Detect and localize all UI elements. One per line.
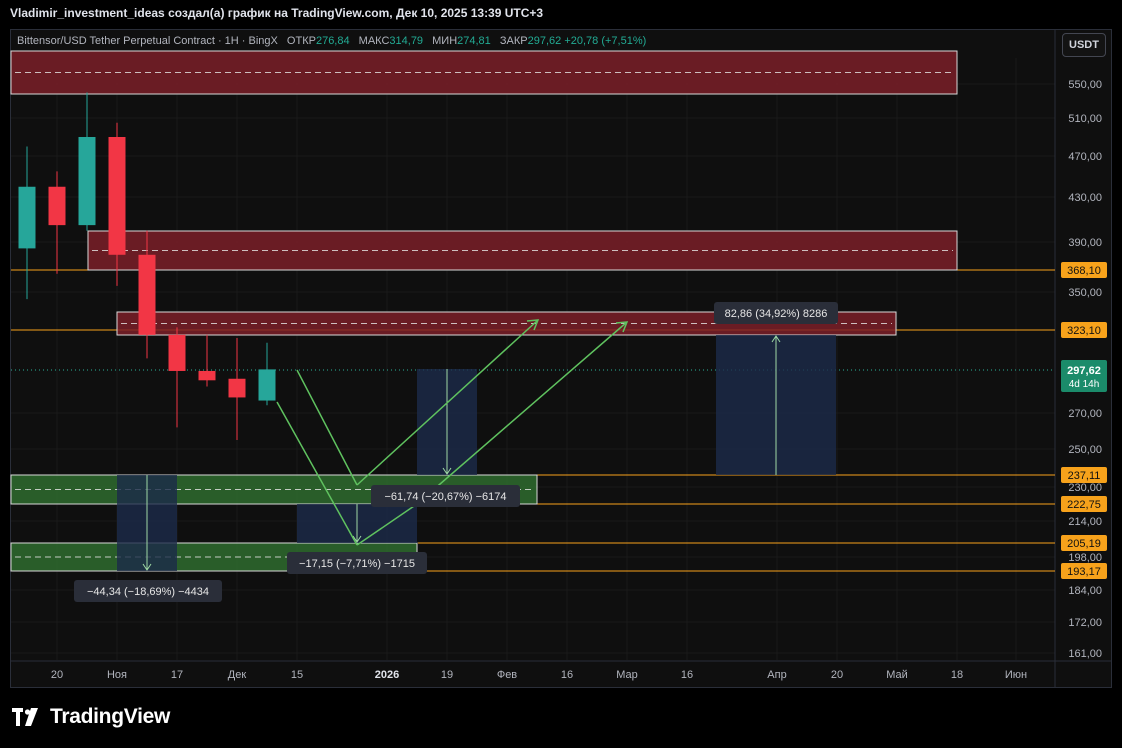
badge-text: 323,10 — [1067, 325, 1101, 337]
x-tick-label: 20 — [831, 669, 843, 681]
legend-low-label: МИН — [432, 35, 458, 47]
badge-text: 205,19 — [1067, 538, 1101, 550]
x-tick-label: Апр — [767, 669, 786, 681]
x-tick-label: 19 — [441, 669, 453, 681]
legend-high: 314,79 — [389, 35, 424, 47]
badge-countdown: 4d 14h — [1069, 379, 1100, 390]
y-tick-label: 510,00 — [1068, 113, 1102, 125]
y-tick-label: 184,00 — [1068, 585, 1102, 597]
y-tick-label: 430,00 — [1068, 192, 1102, 204]
y-tick-label: 390,00 — [1068, 237, 1102, 249]
legend-high-label: МАКС — [358, 35, 390, 47]
legend-change: +20,78 (+7,51%) — [564, 35, 647, 47]
x-tick-label: Фев — [497, 669, 517, 681]
measure-label: −61,74 (−20,67%) −6174 — [371, 485, 520, 507]
x-tick-label: Дек — [228, 669, 247, 681]
y-tick-label: 161,00 — [1068, 648, 1102, 660]
tradingview-logo-icon — [12, 708, 38, 726]
level-price-badge: 222,75 — [1061, 496, 1107, 512]
y-tick-label: 270,00 — [1068, 408, 1102, 420]
current-price-badge: 297,62 4d 14h — [1061, 360, 1107, 392]
x-axis-ticks: 20 Ноя 17 Дек 15 2026 19 Фев 16 Мар 16 Апр 20 Май 18 Ию… — [51, 669, 1027, 681]
y-tick-label: 250,00 — [1068, 444, 1102, 456]
x-tick-label: Ноя — [107, 669, 127, 681]
y-tick-label: 230,00 — [1068, 482, 1102, 494]
x-tick-label: 15 — [291, 669, 303, 681]
y-tick-label: 198,00 — [1068, 552, 1102, 564]
level-price-badge: 237,11 — [1061, 467, 1107, 483]
candle-down — [48, 186, 66, 226]
y-tick-label: 470,00 — [1068, 151, 1102, 163]
candle-down — [108, 137, 126, 255]
candle-up — [78, 137, 96, 226]
measure-label: 82,86 (34,92%) 8286 — [714, 302, 838, 324]
legend-low: 274,81 — [457, 35, 491, 47]
price-chart[interactable]: 82,86 (34,92%) 8286 −61,74 (−20,67%) −617… — [0, 0, 1122, 700]
measure-label: −17,15 (−7,71%) −1715 — [287, 552, 427, 574]
x-tick-label: Мар — [616, 669, 638, 681]
candle-up — [18, 186, 36, 249]
x-tick-label: 2026 — [375, 669, 399, 681]
measure-label-text: 82,86 (34,92%) 8286 — [725, 308, 828, 320]
x-tick-label: 16 — [561, 669, 573, 681]
x-tick-label: 17 — [171, 669, 183, 681]
projection-line — [296, 369, 358, 486]
tradingview-brand[interactable]: TradingView — [12, 705, 170, 729]
legend-close: 297,62 — [527, 35, 562, 47]
x-tick-label: Июн — [1005, 669, 1027, 681]
candle-down — [168, 334, 186, 371]
candle-down — [198, 370, 216, 381]
measure-label-text: −44,34 (−18,69%) −4434 — [87, 586, 209, 598]
x-tick-label: 20 — [51, 669, 63, 681]
brand-name: TradingView — [50, 705, 171, 728]
legend-symbol: Bittensor/USD Tether Perpetual Contract … — [17, 35, 278, 47]
measure-label: −44,34 (−18,69%) −4434 — [74, 580, 222, 602]
y-tick-label: 214,00 — [1068, 516, 1102, 528]
y-tick-label: 172,00 — [1068, 617, 1102, 629]
badge-text: 368,10 — [1067, 265, 1101, 277]
badge-text: 297,62 — [1067, 365, 1101, 377]
candle-down — [138, 254, 156, 335]
level-price-badge: 205,19 — [1061, 535, 1107, 551]
y-tick-label: 350,00 — [1068, 287, 1102, 299]
measure-label-text: −17,15 (−7,71%) −1715 — [299, 558, 415, 570]
legend-open: 276,84 — [315, 35, 350, 47]
badge-text: 237,11 — [1068, 470, 1101, 482]
badge-text: 222,75 — [1067, 499, 1101, 511]
legend-close-label: ЗАКР — [499, 35, 528, 47]
level-price-badge: 323,10 — [1061, 322, 1107, 338]
y-tick-label: 550,00 — [1068, 79, 1102, 91]
x-tick-label: 16 — [681, 669, 693, 681]
candle-down — [228, 378, 246, 398]
level-price-badge: 193,17 — [1061, 563, 1107, 579]
symbol-legend: Bittensor/USD Tether Perpetual Contract … — [17, 35, 646, 47]
x-tick-label: Май — [886, 669, 908, 681]
measure-label-text: −61,74 (−20,67%) −6174 — [384, 491, 506, 503]
legend-open-label: ОТКР — [286, 35, 316, 47]
x-tick-label: 18 — [951, 669, 963, 681]
badge-text: 193,17 — [1067, 566, 1101, 578]
level-price-badge: 368,10 — [1061, 262, 1107, 278]
candle-up — [258, 369, 276, 401]
currency-button[interactable]: USDT — [1062, 33, 1106, 57]
